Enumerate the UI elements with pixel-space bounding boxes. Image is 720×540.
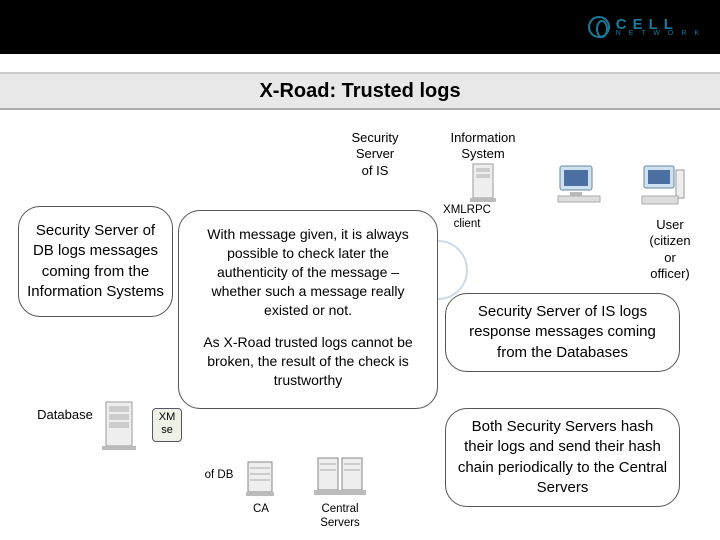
user-pc-icon [638, 162, 688, 208]
central-servers-icon [314, 454, 366, 498]
ca-server-icon [246, 460, 274, 498]
bubble-center-p1: With message given, it is always possibl… [195, 225, 421, 319]
bubble-left: Security Server of DB logs messages comi… [18, 206, 173, 317]
server-icon [100, 400, 138, 452]
bubble-center-p2: As X-Road trusted logs cannot be broken,… [195, 333, 421, 390]
logo-subtext: N E T W O R K [616, 30, 702, 37]
top-bar: CELL N E T W O R K [0, 0, 720, 54]
xmlrpc-server-box: XMse [152, 408, 182, 442]
label-central-servers: CentralServers [310, 502, 370, 531]
title-band: X-Road: Trusted logs [0, 72, 720, 110]
label-xmlrpc-client: XMLRPCclient [436, 203, 498, 232]
bubble-right-top: Security Server of IS logs response mess… [445, 293, 680, 372]
label-user: User(citizenorofficer) [640, 217, 700, 282]
label-ca: CA [248, 502, 274, 516]
label-database: Database [30, 407, 100, 423]
label-security-server-of-is: SecurityServerof IS [340, 130, 410, 179]
label-information-system: InformationSystem [438, 130, 528, 163]
logo: CELL N E T W O R K [588, 16, 702, 38]
page-title: X-Road: Trusted logs [259, 80, 460, 103]
is-server-icon [468, 162, 498, 204]
diagram-canvas: SecurityServerof IS InformationSystem XM… [0, 110, 720, 540]
monitor-icon [556, 162, 602, 204]
label-of-db: of DB [198, 468, 240, 482]
bubble-right-bottom: Both Security Servers hash their logs an… [445, 408, 680, 507]
bubble-center: With message given, it is always possibl… [178, 210, 438, 409]
globe-icon [588, 16, 610, 38]
